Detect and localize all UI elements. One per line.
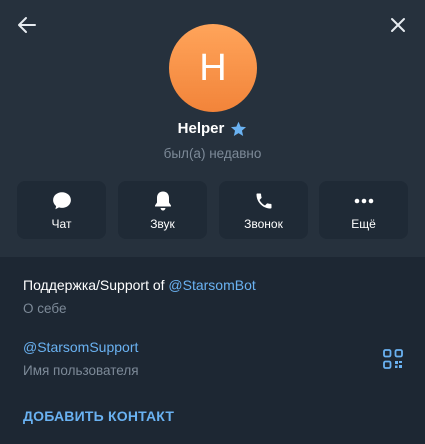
name-row: Helper (0, 120, 425, 137)
call-button[interactable]: Звонок (219, 181, 308, 239)
sound-button-label: Звук (150, 217, 175, 231)
bio-text: Поддержка/Support of @StarsomBot (23, 277, 256, 293)
arrow-left-icon (18, 17, 36, 33)
sound-button[interactable]: Звук (118, 181, 207, 239)
username-value[interactable]: @StarsomSupport (23, 339, 138, 355)
bio-prefix: Поддержка/Support of (23, 277, 169, 293)
avatar-letter: H (199, 46, 227, 89)
more-button[interactable]: Ещё (319, 181, 408, 239)
qr-code-icon[interactable] (383, 349, 403, 369)
close-button[interactable] (384, 11, 412, 39)
call-button-label: Звонок (244, 217, 283, 231)
profile-header: H Helper был(а) недавно Чат Звук Звонок … (0, 0, 425, 257)
bio-caption: О себе (23, 301, 67, 316)
star-icon[interactable] (230, 121, 247, 137)
chat-button-label: Чат (51, 217, 72, 231)
bell-icon (154, 191, 171, 211)
avatar[interactable]: H (169, 24, 257, 112)
profile-info: Поддержка/Support of @StarsomBot О себе … (0, 257, 425, 444)
chat-button[interactable]: Чат (17, 181, 106, 239)
username-caption: Имя пользователя (23, 363, 139, 378)
chat-bubble-icon (52, 192, 71, 210)
profile-name: Helper (177, 120, 225, 137)
bio-bot-link[interactable]: @StarsomBot (168, 277, 255, 293)
action-buttons: Чат Звук Звонок Ещё (17, 181, 408, 239)
back-button[interactable] (13, 11, 41, 39)
close-icon (391, 18, 405, 32)
last-seen-status: был(а) недавно (163, 146, 262, 161)
phone-icon (256, 193, 271, 209)
add-contact-button[interactable]: ДОБАВИТЬ КОНТАКТ (23, 408, 174, 424)
more-dots-icon (354, 198, 373, 204)
more-button-label: Ещё (351, 217, 376, 231)
